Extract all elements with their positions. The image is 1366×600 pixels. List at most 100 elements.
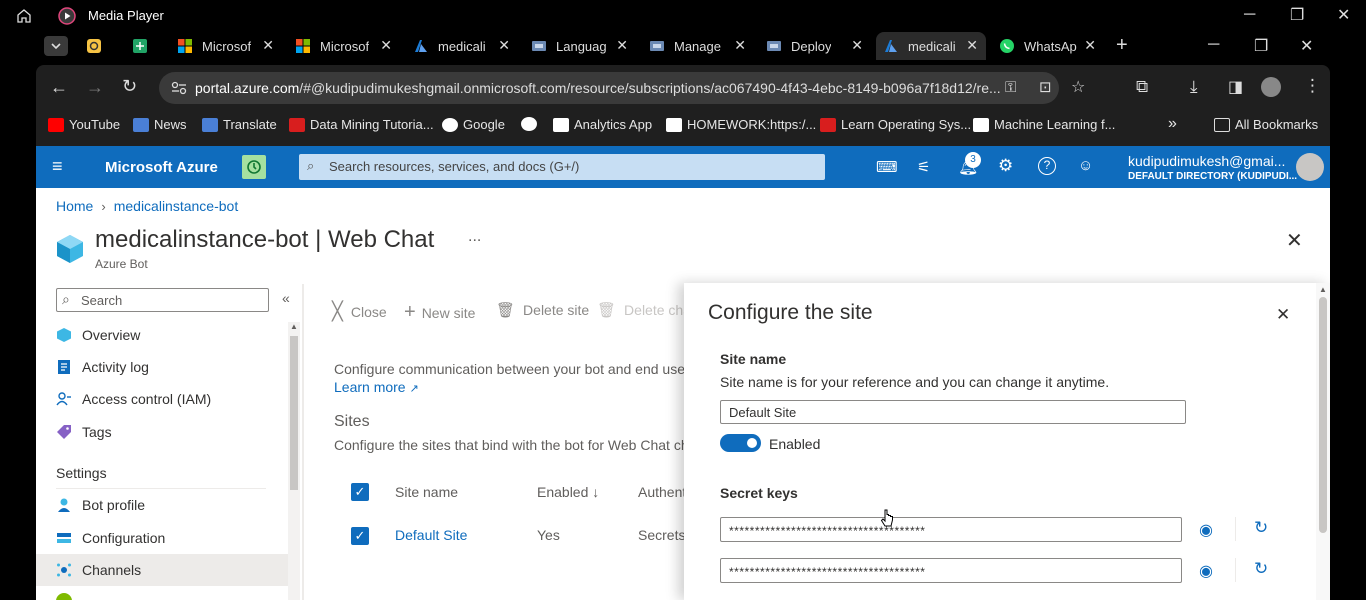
collapse-sidebar-icon[interactable]: «: [282, 290, 290, 306]
portal-menu-icon[interactable]: ≡: [52, 156, 63, 177]
directory-filter-icon[interactable]: ⚟: [917, 158, 930, 176]
restore-icon[interactable]: ❐: [1290, 5, 1304, 25]
url-field[interactable]: portal.azure.com/#@kudipudimukeshgmail.o…: [159, 72, 1085, 104]
trash-icon: 🗑︎: [496, 302, 516, 319]
bookmark-data-mining[interactable]: Data Mining Tutoria...: [289, 117, 434, 132]
tab-close-icon[interactable]: ✕: [262, 37, 274, 54]
password-key-icon[interactable]: ⚿: [1005, 79, 1016, 96]
cloud-shell-icon[interactable]: ⌨: [876, 158, 898, 176]
delete-channel-button[interactable]: 🗑︎ Delete cha: [597, 301, 691, 319]
bookmark-star-icon[interactable]: ☆: [1071, 77, 1085, 97]
delete-site-button[interactable]: 🗑︎ Delete site: [496, 301, 589, 319]
reload-icon[interactable]: ↻: [122, 76, 137, 97]
all-bookmarks[interactable]: All Bookmarks: [1214, 117, 1318, 132]
show-key-eye-icon[interactable]: ◉: [1199, 561, 1213, 581]
bookmark-homework[interactable]: HOMEWORK:https:/...: [666, 117, 816, 132]
extensions-icon[interactable]: ⧉: [1136, 77, 1148, 97]
bookmark-ml[interactable]: Machine Learning f...: [973, 117, 1115, 132]
tab-medicali-active[interactable]: medicali ✕: [876, 32, 986, 60]
regenerate-key-icon[interactable]: ↻: [1254, 559, 1268, 579]
tab-microsoft-1[interactable]: Microsof ✕: [176, 32, 282, 60]
site-name-input[interactable]: Default Site: [720, 400, 1186, 424]
bookmark-learn-os[interactable]: Learn Operating Sys...: [820, 117, 971, 132]
install-app-icon[interactable]: ⊡: [1039, 78, 1052, 96]
row-checkbox[interactable]: ✓: [351, 527, 369, 545]
forward-icon[interactable]: →: [86, 77, 104, 98]
bookmark-analytics[interactable]: Analytics App: [553, 117, 652, 132]
bookmark-youtube[interactable]: YouTube: [48, 117, 120, 132]
site-info-icon[interactable]: [171, 81, 187, 95]
downloads-icon[interactable]: ⤓: [1190, 77, 1198, 97]
enabled-toggle[interactable]: [720, 434, 761, 452]
new-site-button[interactable]: + New site: [404, 301, 475, 324]
user-avatar[interactable]: [1296, 153, 1324, 181]
settings-gear-icon[interactable]: ⚙: [998, 156, 1013, 176]
feedback-icon[interactable]: ☺: [1078, 157, 1093, 174]
tab-close-icon[interactable]: ✕: [380, 37, 392, 54]
tab-close-icon[interactable]: ✕: [1084, 37, 1096, 54]
global-search-input[interactable]: ⌕ Search resources, services, and docs (…: [299, 154, 825, 180]
bookmark-translate[interactable]: Translate: [202, 117, 277, 132]
breadcrumb-home[interactable]: Home: [56, 198, 93, 214]
sidebar-item-channels[interactable]: Channels: [56, 562, 141, 578]
browser-close-icon[interactable]: ✕: [1300, 36, 1313, 56]
regenerate-key-icon[interactable]: ↻: [1254, 518, 1268, 538]
tab-medicali-1[interactable]: medicali ✕: [412, 32, 518, 60]
tab-pinned-1[interactable]: [86, 32, 110, 60]
header-authentication[interactable]: Authent: [638, 484, 686, 500]
bookmark-globe[interactable]: [521, 117, 542, 131]
new-tab-icon[interactable]: +: [1116, 34, 1128, 57]
sidebar-item-configuration[interactable]: Configuration: [56, 530, 165, 546]
sidebar-item-iam[interactable]: Access control (IAM): [56, 391, 211, 407]
back-icon[interactable]: ←: [50, 77, 68, 98]
tab-close-icon[interactable]: ✕: [734, 37, 746, 54]
sidebar-scrollbar[interactable]: ▲: [288, 322, 300, 600]
more-options-icon[interactable]: ...: [468, 228, 481, 246]
secret-key-2-field[interactable]: **************************************: [720, 558, 1182, 583]
secret-key-1-field[interactable]: **************************************: [720, 517, 1182, 542]
tab-manage[interactable]: Manage ✕: [648, 32, 754, 60]
user-email[interactable]: kudipudimukesh@gmai...: [1128, 153, 1285, 169]
sidebar-item-tags[interactable]: Tags: [56, 424, 112, 440]
side-panel-icon[interactable]: ◨: [1228, 77, 1243, 97]
external-link-icon: ↗: [409, 383, 419, 395]
close-icon[interactable]: ✕: [1337, 5, 1350, 25]
tab-microsoft-2[interactable]: Microsof ✕: [294, 32, 400, 60]
minimize-icon[interactable]: ─: [1244, 6, 1255, 24]
show-key-eye-icon[interactable]: ◉: [1199, 520, 1213, 540]
breadcrumb-current[interactable]: medicalinstance-bot: [114, 198, 239, 214]
header-site-name[interactable]: Site name: [395, 484, 458, 500]
more-bookmarks-icon[interactable]: »: [1168, 115, 1177, 133]
tab-deploy[interactable]: Deploy ✕: [765, 32, 871, 60]
learn-more-link[interactable]: Learn more ↗: [334, 379, 419, 395]
row-site-name-link[interactable]: Default Site: [395, 527, 467, 543]
tab-close-icon[interactable]: ✕: [966, 37, 978, 54]
browser-minimize-icon[interactable]: ─: [1208, 36, 1219, 54]
tab-pinned-2[interactable]: [132, 32, 156, 60]
sidebar-item-overview[interactable]: Overview: [56, 327, 140, 343]
header-enabled[interactable]: Enabled ↓: [537, 484, 599, 500]
home-icon[interactable]: [16, 8, 32, 24]
sidebar-search-input[interactable]: ⌕ Search: [56, 288, 269, 312]
bookmark-news[interactable]: News: [133, 117, 187, 132]
browser-menu-icon[interactable]: ⋮: [1304, 76, 1321, 96]
help-icon[interactable]: ?: [1038, 157, 1056, 175]
sidebar-item-bot-profile[interactable]: Bot profile: [56, 497, 145, 513]
tab-language[interactable]: Languag ✕: [530, 32, 636, 60]
tab-close-icon[interactable]: ✕: [498, 37, 510, 54]
tab-whatsapp[interactable]: WhatsAp ✕: [998, 32, 1104, 60]
azure-brand[interactable]: Microsoft Azure: [105, 159, 218, 176]
sidebar-item-activity-log[interactable]: Activity log: [56, 359, 149, 375]
close-blade-icon[interactable]: ✕: [1286, 228, 1303, 253]
tab-close-icon[interactable]: ✕: [851, 37, 863, 54]
bookmark-google[interactable]: Google: [442, 117, 505, 132]
select-all-checkbox[interactable]: ✓: [351, 483, 369, 501]
profile-avatar[interactable]: [1261, 77, 1281, 97]
copilot-icon[interactable]: [242, 155, 266, 179]
flyout-close-icon[interactable]: ✕: [1276, 305, 1290, 325]
flyout-scrollbar[interactable]: ▲: [1316, 283, 1330, 600]
tab-close-icon[interactable]: ✕: [616, 37, 628, 54]
close-command-button[interactable]: ╳ Close: [332, 301, 387, 322]
tab-search-button[interactable]: [44, 36, 68, 56]
browser-restore-icon[interactable]: ❐: [1254, 36, 1268, 56]
